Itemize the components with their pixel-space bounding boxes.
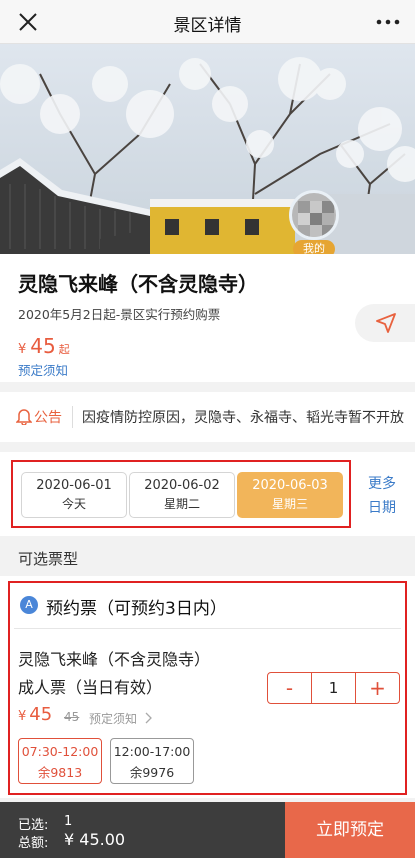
- more-dates-button[interactable]: 更多 日期: [362, 472, 402, 520]
- price-value: 45: [30, 334, 56, 358]
- total-amount: ¥ 45.00: [64, 830, 126, 849]
- price-suffix: 起: [58, 343, 70, 356]
- divider: [14, 628, 401, 629]
- slot-remaining: 余9813: [37, 765, 83, 780]
- time-slot-2[interactable]: 12:00-17:00 余9976: [110, 738, 194, 784]
- date-value: 2020-06-03: [252, 478, 328, 493]
- bell-icon: [16, 409, 32, 425]
- time-slot-1[interactable]: 07:30-12:00 余9813: [18, 738, 102, 784]
- more-icon[interactable]: [375, 14, 401, 30]
- bottom-bar: 已选: 1 总额: ¥ 45.00 立即预定: [0, 802, 415, 858]
- avatar-widget[interactable]: 我的: [289, 190, 341, 254]
- ticket-price-value: 45: [29, 704, 53, 725]
- slot-time: 12:00-17:00: [113, 744, 191, 759]
- decrease-button[interactable]: -: [268, 673, 312, 703]
- announcement-divider: [72, 406, 73, 428]
- scenic-price: ¥45 起: [18, 334, 70, 358]
- avatar-tag: 我的: [293, 240, 335, 254]
- navigate-button[interactable]: [355, 304, 415, 342]
- title-bar: 景区详情: [0, 0, 415, 44]
- chevron-right-icon: [145, 712, 152, 724]
- announcement-label: 公告: [34, 410, 62, 426]
- currency-symbol: ¥: [18, 342, 27, 357]
- date-option-2[interactable]: 2020-06-02 星期二: [129, 472, 235, 518]
- ticket-type: 预约票（可预约3日内）: [46, 599, 227, 619]
- navigate-icon: [376, 313, 396, 333]
- date-option-3[interactable]: 2020-06-03 星期三: [237, 472, 343, 518]
- ticket-rules-link[interactable]: 预定须知: [89, 710, 153, 727]
- selected-count: 1: [64, 814, 73, 829]
- quantity-stepper: - 1 +: [267, 672, 400, 704]
- quantity-value[interactable]: 1: [312, 673, 355, 703]
- book-now-button[interactable]: 立即预定: [285, 802, 415, 858]
- date-selector: 2020-06-01 今天 2020-06-02 星期二 2020-06-03 …: [0, 452, 415, 536]
- date-weekday: 今天: [61, 497, 86, 511]
- more-dates-line1: 更多: [368, 476, 396, 492]
- ticket-card: A 预约票（可预约3日内） 灵隐飞来峰（不含灵隐寺） 成人票（当日有效） - 1…: [0, 576, 415, 798]
- scenic-name: 灵隐飞来峰（不含灵隐寺）: [18, 272, 258, 296]
- currency-symbol: ¥: [18, 709, 27, 724]
- avatar: [289, 190, 339, 240]
- ticket-type-badge: A: [20, 596, 38, 614]
- more-dates-line2: 日期: [368, 500, 396, 516]
- date-option-1[interactable]: 2020-06-01 今天: [21, 472, 127, 518]
- hero-image: [0, 44, 415, 254]
- date-value: 2020-06-01: [36, 478, 112, 493]
- ticket-rules-label: 预定须知: [89, 712, 138, 726]
- booking-rules-link[interactable]: 预定须知: [18, 360, 68, 379]
- date-value: 2020-06-02: [144, 478, 220, 493]
- page-title: 景区详情: [173, 16, 242, 36]
- selected-label: 已选:: [18, 818, 49, 833]
- hero-banner[interactable]: 我的: [0, 44, 415, 254]
- date-weekday: 星期三: [271, 497, 308, 511]
- ticket-subname: 成人票（当日有效）: [18, 678, 163, 697]
- increase-button[interactable]: +: [355, 673, 399, 703]
- ticket-price: ¥45: [18, 704, 52, 725]
- scenic-notice: 2020年5月2日起-景区实行预约购票: [18, 307, 221, 322]
- scenic-info: 灵隐飞来峰（不含灵隐寺） 2020年5月2日起-景区实行预约购票 ¥45 起 预定…: [0, 254, 415, 382]
- announcement-text: 因疫情防控原因，灵隐寺、永福寺、韬光寺暂不开放: [82, 410, 404, 426]
- announcement-bar[interactable]: 公告 因疫情防控原因，灵隐寺、永福寺、韬光寺暂不开放: [0, 392, 415, 442]
- ticket-name: 灵隐飞来峰（不含灵隐寺）: [18, 650, 211, 669]
- section-title: 可选票型: [18, 550, 79, 568]
- slot-remaining: 余9976: [129, 765, 175, 780]
- total-label: 总额:: [18, 836, 49, 851]
- original-price: 45: [64, 710, 80, 724]
- slot-time: 07:30-12:00: [21, 744, 99, 759]
- date-weekday: 星期二: [163, 497, 200, 511]
